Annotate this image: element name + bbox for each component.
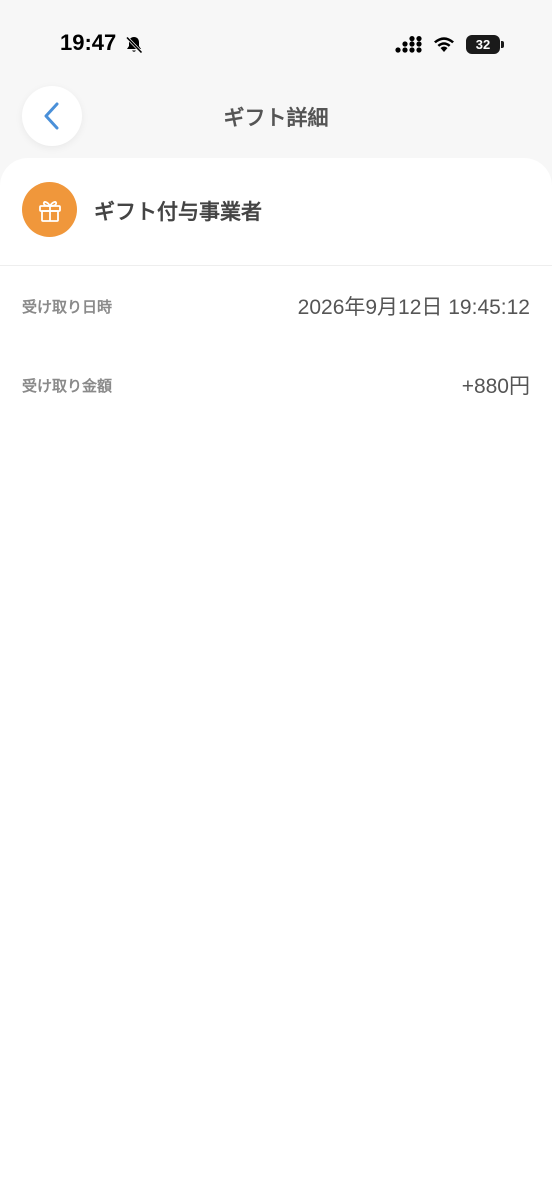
battery-indicator: 32 — [466, 35, 500, 54]
received-amount-row: 受け取り金額 +880円 — [22, 365, 530, 405]
wifi-icon — [434, 37, 454, 52]
status-time: 19:47 — [60, 30, 117, 55]
bell-muted-icon — [125, 36, 143, 54]
battery-tip — [501, 41, 504, 48]
page-title: ギフト詳細 — [223, 106, 329, 130]
cellular-signal-icon — [395, 36, 422, 53]
gift-icon — [38, 200, 61, 222]
gift-badge — [22, 182, 77, 237]
screen: 19:47 32 ギフト詳細 ギフト付与事業者 受け取り日時 2026年9月12… — [0, 0, 552, 1200]
received-amount-value: +880円 — [461, 375, 530, 398]
issuer-name: ギフト付与事業者 — [94, 200, 262, 224]
received-amount-label: 受け取り金額 — [22, 376, 113, 395]
received-datetime-value: 2026年9月12日 19:45:12 — [297, 296, 530, 319]
gift-detail-card: ギフト付与事業者 受け取り日時 2026年9月12日 19:45:12 受け取り… — [0, 158, 552, 1200]
issuer-row: ギフト付与事業者 — [0, 158, 552, 266]
status-bar: 19:47 32 — [0, 0, 552, 90]
received-datetime-label: 受け取り日時 — [22, 297, 113, 316]
battery-level: 32 — [475, 37, 491, 52]
received-datetime-row: 受け取り日時 2026年9月12日 19:45:12 — [22, 286, 530, 326]
